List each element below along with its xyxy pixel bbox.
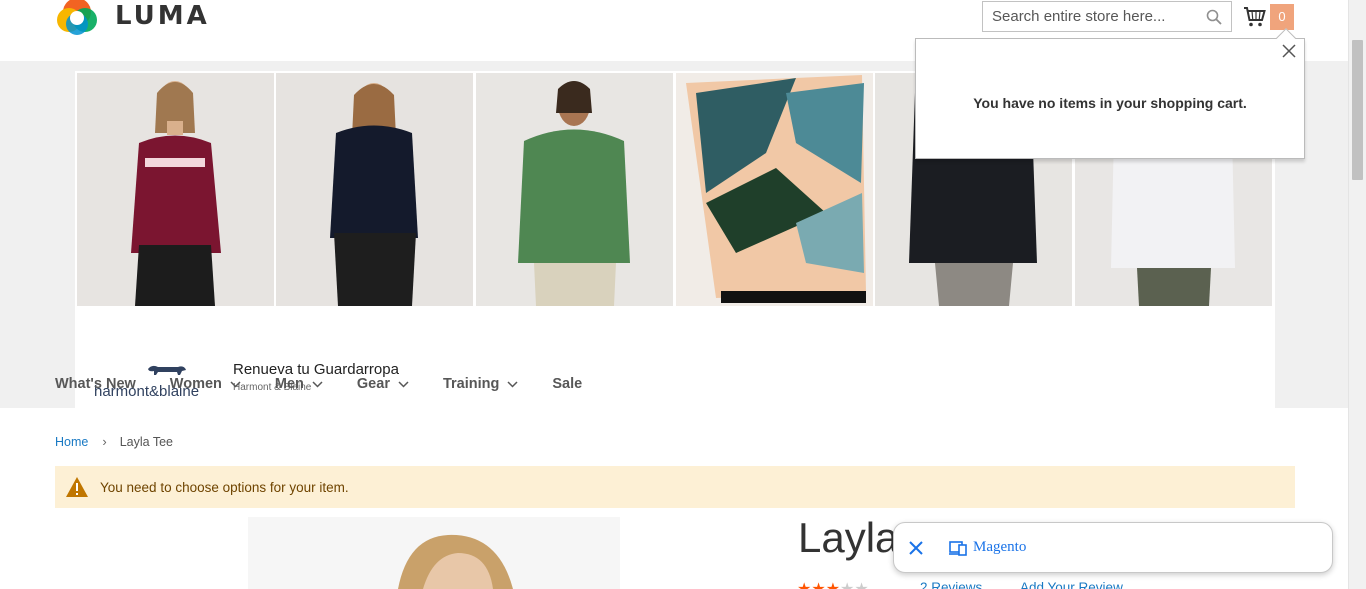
page: LUMA 0 xyxy=(0,0,1366,589)
nav-label: Gear xyxy=(356,376,390,392)
nav-label: Men xyxy=(274,376,304,392)
chevron-down-icon xyxy=(398,380,409,388)
minicart-dropdown: You have no items in your shopping cart. xyxy=(915,28,1305,159)
warning-icon xyxy=(66,477,88,497)
ad-image-navy-sweater xyxy=(276,73,473,306)
minicart-empty-message: You have no items in your shopping cart. xyxy=(973,95,1247,111)
close-icon[interactable] xyxy=(1281,43,1297,59)
star-filled-icon: ★★★ xyxy=(797,581,840,589)
breadcrumb-current: Layla Tee xyxy=(119,434,173,449)
main-navigation: What's New Women Men Gear Training Sale xyxy=(55,376,616,392)
reviews-link[interactable]: 2 Reviews xyxy=(920,580,982,589)
search-icon[interactable] xyxy=(1206,9,1222,25)
breadcrumb: Home › Layla Tee xyxy=(55,434,173,449)
nav-label: Sale xyxy=(552,376,583,392)
cart-count-badge: 0 xyxy=(1270,4,1294,30)
magento-toast: Magento xyxy=(893,522,1333,573)
warning-text: You need to choose options for your item… xyxy=(100,479,349,495)
add-review-link[interactable]: Add Your Review xyxy=(1020,580,1123,589)
nav-sale[interactable]: Sale xyxy=(552,376,582,392)
search-box xyxy=(982,1,1232,32)
warning-message: You need to choose options for your item… xyxy=(55,466,1295,508)
luma-logo[interactable]: LUMA xyxy=(55,0,210,36)
toast-label[interactable]: Magento xyxy=(973,539,1026,556)
nav-gear[interactable]: Gear xyxy=(357,376,409,392)
nav-training[interactable]: Training xyxy=(443,376,518,392)
product-title: Layla xyxy=(798,514,899,561)
devices-icon xyxy=(949,541,967,556)
rating-stars: ★★★★★ xyxy=(797,579,869,589)
nav-men[interactable]: Men xyxy=(275,376,323,392)
ad-image-green-hoodie xyxy=(476,73,673,306)
ad-image-scarf xyxy=(676,73,873,306)
nav-label: Training xyxy=(442,376,500,392)
breadcrumb-separator: › xyxy=(102,434,107,449)
close-icon[interactable] xyxy=(908,540,924,556)
nav-label: What's New xyxy=(55,376,136,392)
ad-image-burgundy-sweater xyxy=(77,73,274,306)
nav-whats-new[interactable]: What's New xyxy=(55,376,136,392)
star-empty-icon: ★★ xyxy=(840,581,869,589)
breadcrumb-home-link[interactable]: Home xyxy=(55,435,88,449)
search-input[interactable] xyxy=(983,2,1193,31)
page-scrollbar[interactable] xyxy=(1348,0,1366,589)
nav-label: Women xyxy=(169,376,222,392)
logo-text: LUMA xyxy=(115,1,210,31)
chevron-down-icon xyxy=(507,380,518,388)
luma-logo-icon xyxy=(57,0,97,35)
nav-women[interactable]: Women xyxy=(170,376,241,392)
cart-button[interactable]: 0 xyxy=(1243,3,1297,31)
chevron-down-icon xyxy=(230,380,241,388)
chevron-down-icon xyxy=(312,380,323,388)
product-image[interactable] xyxy=(248,517,620,589)
cart-icon xyxy=(1244,7,1266,27)
scrollbar-thumb[interactable] xyxy=(1352,40,1363,180)
